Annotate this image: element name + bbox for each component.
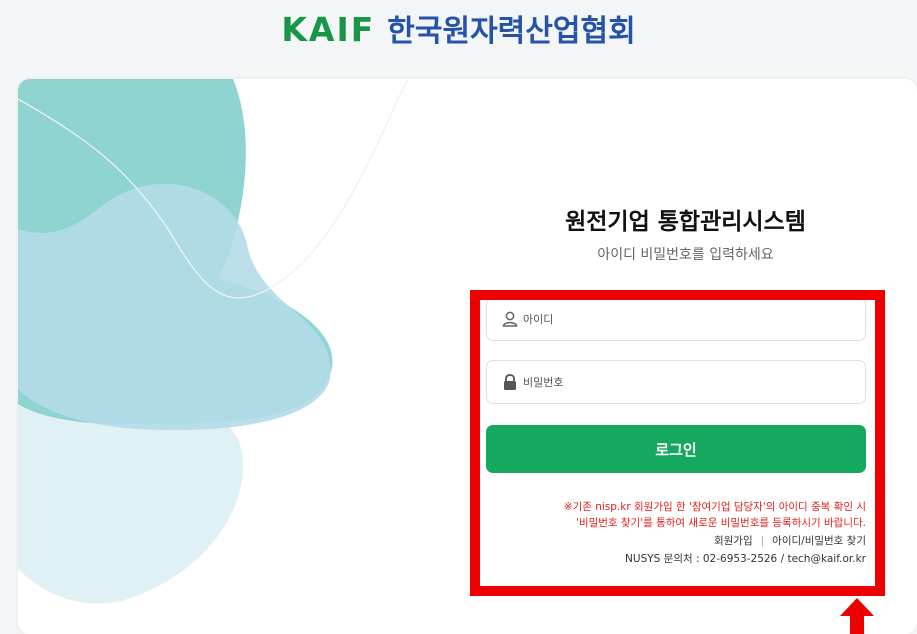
id-field[interactable] <box>486 297 866 341</box>
account-links: 회원가입 | 아이디/비밀번호 찾기 <box>486 533 866 549</box>
logo-mark: KAIF <box>281 10 376 49</box>
site-header: KAIF 한국원자력산업협회 <box>0 0 917 70</box>
link-separator: | <box>760 535 765 547</box>
id-input[interactable] <box>523 308 843 330</box>
password-input[interactable] <box>523 371 843 393</box>
notice-line-2: '비밀번호 찾기'를 통하여 새로운 비밀번호를 등록하시기 바랍니다. <box>576 517 866 529</box>
user-icon <box>502 311 518 327</box>
contact-info: NUSYS 문의처 : 02-6953-2526 / tech@kaif.or.… <box>625 553 866 565</box>
logo[interactable]: KAIF 한국원자력산업협회 <box>0 10 917 52</box>
lock-icon <box>504 374 516 390</box>
login-card: 원전기업 통합관리시스템 아이디 비밀번호를 입력하세요 로그인 ※기존 nis… <box>18 79 917 634</box>
notice-line-1: ※기존 nisp.kr 회원가입 한 '참여기업 담당자'의 아이디 중복 확인… <box>563 501 866 513</box>
logo-org-name: 한국원자력산업협회 <box>387 14 636 49</box>
page-title: 원전기업 통합관리시스템 <box>565 209 806 235</box>
find-id-password-link[interactable]: 아이디/비밀번호 찾기 <box>772 535 866 547</box>
login-button[interactable]: 로그인 <box>486 425 866 473</box>
password-field[interactable] <box>486 360 866 404</box>
signup-link[interactable]: 회원가입 <box>714 535 753 547</box>
page-subtitle: 아이디 비밀번호를 입력하세요 <box>597 247 774 263</box>
red-up-arrow-icon <box>840 598 874 634</box>
